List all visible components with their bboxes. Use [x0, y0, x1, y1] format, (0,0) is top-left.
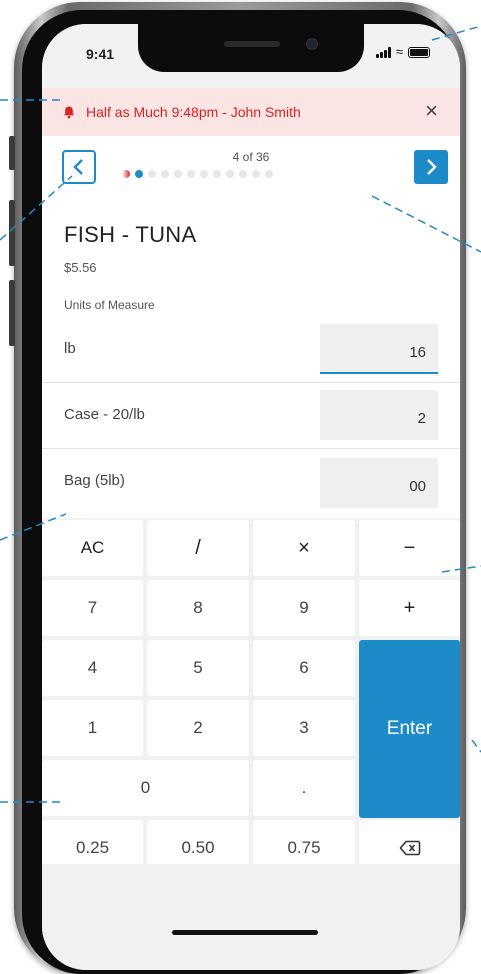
home-indicator-area	[42, 864, 460, 970]
chevron-right-icon	[427, 159, 437, 175]
clear-key[interactable]: AC	[42, 520, 143, 576]
phone-screen: 9:41 ≈ Half as Much 9:48pm - John Smith …	[42, 24, 460, 970]
status-time: 9:41	[86, 46, 115, 62]
digit-4-key[interactable]: 4	[42, 640, 143, 696]
uom-name: lb	[64, 340, 76, 357]
decimal-key[interactable]: .	[253, 760, 355, 816]
pager-dot[interactable]	[239, 170, 247, 178]
pager-dot[interactable]	[187, 170, 195, 178]
uom-row-bag: Bag (5lb) 00	[42, 448, 460, 519]
battery-icon	[408, 46, 430, 58]
speaker-grille	[224, 41, 280, 47]
uom-row-lb: lb 16	[42, 316, 460, 383]
uom-section-label: Units of Measure	[64, 298, 155, 312]
pager-dot[interactable]	[265, 170, 273, 178]
mute-switch	[9, 136, 15, 170]
uom-row-case: Case - 20/lb 2	[42, 382, 460, 449]
numeric-keypad: AC / × − 7 8 9 + 4 5 6 Enter 1 2 3 0 . 0…	[42, 518, 460, 876]
multiply-key[interactable]: ×	[253, 520, 355, 576]
alert-banner: Half as Much 9:48pm - John Smith ×	[42, 88, 460, 136]
digit-9-key[interactable]: 9	[253, 580, 355, 636]
pager-dots	[122, 170, 273, 178]
item-pager: 4 of 36	[42, 136, 460, 206]
digit-5-key[interactable]: 5	[147, 640, 249, 696]
digit-7-key[interactable]: 7	[42, 580, 143, 636]
minus-key[interactable]: −	[359, 520, 460, 576]
enter-button[interactable]: Enter	[359, 640, 460, 818]
digit-2-key[interactable]: 2	[147, 700, 249, 756]
backspace-icon	[399, 840, 420, 856]
callout-line-enter	[471, 739, 481, 753]
pager-dot[interactable]	[161, 170, 169, 178]
notch	[138, 24, 364, 72]
status-icons: ≈	[375, 44, 430, 59]
volume-down-button	[9, 280, 15, 346]
next-item-button[interactable]	[414, 150, 448, 184]
digit-6-key[interactable]: 6	[253, 640, 355, 696]
pager-dot[interactable]	[122, 170, 130, 178]
pager-dot[interactable]	[200, 170, 208, 178]
uom-name: Case - 20/lb	[64, 406, 145, 423]
product-price: $5.56	[64, 260, 97, 275]
item-counter: 4 of 36	[232, 150, 270, 164]
pager-dot[interactable]	[148, 170, 156, 178]
digit-0-key[interactable]: 0	[42, 760, 249, 816]
quantity-field-case[interactable]: 2	[320, 390, 438, 440]
digit-3-key[interactable]: 3	[253, 700, 355, 756]
front-camera	[306, 38, 318, 50]
volume-up-button	[9, 200, 15, 266]
signal-icon	[375, 46, 391, 58]
wifi-icon: ≈	[395, 44, 403, 59]
uom-name: Bag (5lb)	[64, 472, 125, 489]
plus-key[interactable]: +	[359, 580, 460, 636]
divide-key[interactable]: /	[147, 520, 249, 576]
digit-8-key[interactable]: 8	[147, 580, 249, 636]
quantity-field-lb[interactable]: 16	[320, 324, 438, 374]
quantity-field-bag[interactable]: 00	[320, 458, 438, 508]
digit-1-key[interactable]: 1	[42, 700, 143, 756]
product-title: FISH - TUNA	[64, 222, 197, 247]
home-indicator	[172, 930, 318, 935]
close-icon[interactable]: ×	[425, 99, 438, 123]
bell-icon	[62, 105, 76, 119]
alert-message: Half as Much 9:48pm - John Smith	[86, 104, 301, 120]
pager-dot[interactable]	[213, 170, 221, 178]
pager-dot[interactable]	[226, 170, 234, 178]
pager-dot[interactable]	[252, 170, 260, 178]
pager-dot-active[interactable]	[135, 170, 143, 178]
pager-dot[interactable]	[174, 170, 182, 178]
